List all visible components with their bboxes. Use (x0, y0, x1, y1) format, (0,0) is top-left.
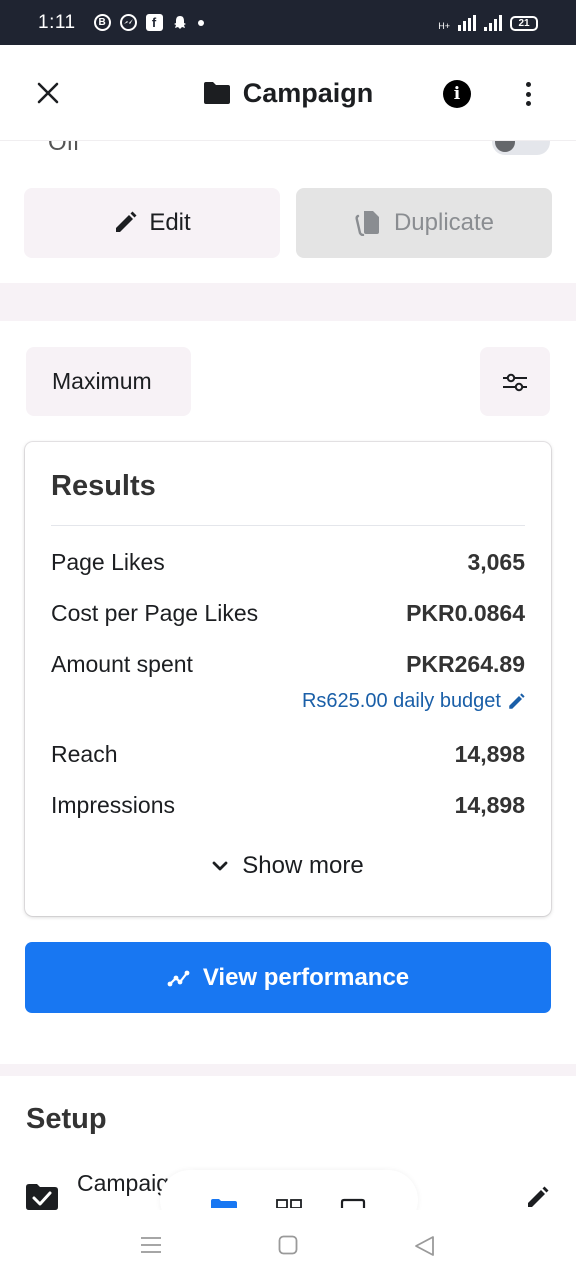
more-options-button[interactable] (516, 79, 540, 109)
view-performance-button[interactable]: View performance (25, 942, 551, 1013)
results-title: Results (51, 470, 156, 502)
status-bar: 1:11 B f H+ 21 (0, 0, 576, 45)
system-nav-bar (0, 1210, 576, 1280)
sliders-icon (503, 373, 527, 391)
metric-label: Amount spent (51, 650, 193, 677)
toggle-knob (495, 141, 515, 152)
header-title-group: Campaign (0, 45, 576, 141)
metric-row: Reach 14,898 (51, 738, 525, 770)
notification-icons: B f (93, 14, 204, 31)
view-performance-label: View performance (202, 963, 410, 991)
filter-button[interactable] (480, 347, 550, 416)
more-dot-icon (525, 91, 531, 97)
back-icon[interactable] (413, 1235, 435, 1257)
close-button[interactable] (30, 75, 66, 111)
show-more-label: Show more (242, 852, 364, 879)
trend-icon (167, 970, 190, 986)
snapchat-icon (172, 14, 189, 31)
metric-row: Amount spent PKR264.89 (51, 648, 525, 680)
metric-value: 14,898 (454, 740, 525, 767)
home-icon[interactable] (278, 1235, 298, 1255)
metric-value: 14,898 (454, 791, 525, 818)
system-icons: H+ 21 (438, 14, 538, 31)
page-title: Campaign (242, 77, 374, 108)
messenger-icon (119, 14, 137, 31)
facebook-icon: f (145, 14, 163, 31)
duplicate-icon (355, 211, 379, 236)
app-header: Campaign i (0, 45, 576, 141)
metric-label: Reach (51, 740, 118, 767)
chevron-down-icon (212, 861, 228, 871)
close-icon (37, 82, 59, 104)
more-dot-icon (525, 82, 531, 87)
more-dot-icon (525, 101, 531, 106)
info-button[interactable]: i (443, 80, 471, 108)
ad-tab-icon[interactable] (340, 1198, 366, 1208)
setup-title: Setup (26, 1103, 107, 1135)
menu-icon[interactable] (140, 1235, 162, 1255)
info-icon: i (453, 84, 461, 104)
more-notifications-icon (197, 19, 204, 26)
status-time: 1:11 (38, 11, 76, 33)
metric-value: PKR264.89 (406, 650, 525, 677)
section-divider (0, 283, 576, 321)
daily-budget-link[interactable]: Rs625.00 daily budget (302, 690, 525, 713)
battery-icon: 21 (510, 15, 538, 31)
date-range-label: Maximum (52, 368, 152, 394)
date-range-button[interactable]: Maximum (26, 347, 191, 416)
metric-label: Cost per Page Likes (51, 599, 259, 626)
pencil-icon (528, 1186, 549, 1207)
daily-budget-label: Rs625.00 daily budget (301, 690, 501, 712)
duplicate-button[interactable]: Duplicate (296, 188, 552, 258)
status-toggle-label: Off (48, 141, 80, 155)
campaign-status-row: Off (0, 141, 576, 155)
edit-label: Edit (149, 209, 191, 236)
show-more-button[interactable]: Show more (25, 852, 551, 880)
metric-row: Cost per Page Likes PKR0.0864 (51, 597, 525, 629)
metric-label: Impressions (51, 791, 175, 818)
b-notification-icon: B (93, 14, 111, 31)
divider (51, 525, 525, 526)
metric-row: Page Likes 3,065 (51, 546, 525, 578)
metric-label: Page Likes (51, 548, 165, 575)
campaign-tab-icon[interactable] (210, 1198, 238, 1208)
pencil-icon (509, 692, 525, 709)
network-type: H+ (438, 20, 450, 31)
signal-1-icon (458, 14, 476, 31)
signal-2-icon (484, 14, 502, 31)
pencil-icon (116, 211, 137, 232)
grid-tab-icon[interactable] (276, 1198, 302, 1208)
folder-icon (203, 82, 230, 104)
edit-button[interactable]: Edit (24, 188, 280, 258)
section-divider (0, 1064, 576, 1076)
duplicate-label: Duplicate (393, 209, 495, 236)
metric-value: 3,065 (467, 548, 525, 575)
results-card: Results Page Likes 3,065 Cost per Page L… (25, 442, 551, 916)
metric-value: PKR0.0864 (406, 599, 525, 626)
status-toggle[interactable] (492, 141, 550, 155)
metric-row: Impressions 14,898 (51, 789, 525, 821)
